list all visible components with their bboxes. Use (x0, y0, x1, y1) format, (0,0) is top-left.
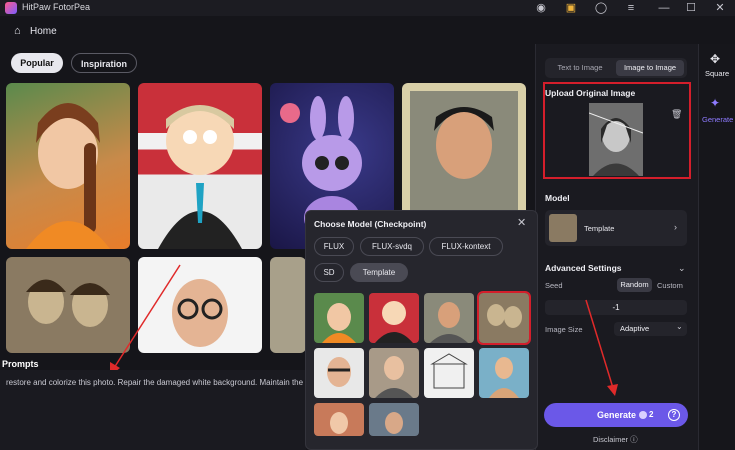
chevron-down-icon[interactable]: ⌄ (678, 263, 686, 274)
maximize-icon[interactable]: ☐ (684, 1, 698, 15)
generate-rail-icon[interactable]: ✦ (710, 96, 720, 110)
upload-title: Upload Original Image (545, 88, 636, 98)
app-title: HitPaw FotorPea (22, 2, 91, 12)
home-label[interactable]: Home (30, 26, 57, 37)
template-thumb-glasses[interactable] (314, 348, 364, 398)
credit-icon (639, 411, 647, 419)
image-size-value: Adaptive (620, 324, 650, 333)
discord-icon[interactable]: ◉ (534, 1, 548, 15)
info-icon: ⓘ (630, 435, 638, 444)
model-thumbnail (549, 214, 577, 242)
chip-flux[interactable]: FLUX (314, 237, 354, 256)
template-thumb-beach[interactable] (479, 348, 529, 398)
seed-custom-option[interactable]: Custom (657, 281, 683, 290)
tab-popular[interactable]: Popular (11, 53, 63, 73)
help-icon[interactable]: ? (668, 409, 680, 421)
seed-label: Seed (545, 281, 563, 290)
gallery-image-cartoon[interactable] (138, 83, 262, 249)
chip-flux-svdq[interactable]: FLUX-svdq (360, 237, 424, 256)
chevron-right-icon: › (674, 222, 677, 232)
advanced-settings-title: Advanced Settings (545, 263, 622, 273)
gallery-image-partial[interactable] (270, 257, 306, 353)
chip-template[interactable]: Template (350, 263, 408, 282)
template-thumb-lady[interactable] (314, 403, 364, 436)
chip-sd[interactable]: SD (314, 263, 344, 282)
select-chevron-icon: ⌄ (676, 322, 683, 331)
shop-icon[interactable]: ▣ (564, 1, 578, 15)
minimize-icon[interactable]: — (657, 1, 671, 15)
seed-random-option[interactable]: Random (617, 278, 652, 292)
disclaimer-label: Disclaimer (593, 435, 629, 444)
home-icon[interactable]: ⌂ (14, 25, 21, 37)
gallery-image-princess[interactable] (6, 83, 130, 249)
uploaded-image[interactable] (588, 103, 644, 176)
account-icon[interactable]: ◯ (594, 1, 608, 15)
generate-cost: 2 (649, 410, 654, 419)
model-title: Model (545, 193, 570, 203)
template-thumb-sketch[interactable] (424, 348, 474, 398)
disclaimer-link[interactable]: Disclaimer ⓘ (593, 434, 638, 445)
app-logo (5, 2, 17, 14)
template-thumb-princess[interactable] (314, 293, 364, 343)
generate-button[interactable]: Generate 2 ? (544, 403, 688, 427)
square-icon[interactable]: ✥ (710, 52, 720, 66)
template-thumb-man[interactable] (369, 403, 419, 436)
menu-icon[interactable]: ≡ (624, 1, 638, 15)
title-bar: HitPaw FotorPea ◉ ▣ ◯ ≡ — ☐ ✕ (0, 0, 735, 16)
template-thumb-portrait[interactable] (424, 293, 474, 343)
model-name: Template (584, 224, 615, 233)
close-icon[interactable]: ✕ (713, 1, 727, 15)
rail-square-label[interactable]: Square (705, 69, 729, 78)
tab-text-to-image[interactable]: Text to Image (547, 60, 613, 76)
image-size-label: Image Size (545, 325, 583, 334)
generate-label: Generate (597, 410, 637, 420)
prompts-text[interactable]: restore and colorize this photo. Repair … (6, 378, 306, 387)
template-thumb-old-couple[interactable] (477, 291, 531, 345)
chip-flux-kontext[interactable]: FLUX-kontext (429, 237, 503, 256)
modal-close-icon[interactable]: ✕ (517, 216, 526, 229)
template-thumb-cartoon[interactable] (369, 293, 419, 343)
template-thumb-woman[interactable] (369, 348, 419, 398)
tab-inspiration[interactable]: Inspiration (71, 53, 137, 73)
tab-image-to-image[interactable]: Image to Image (616, 60, 684, 76)
modal-title: Choose Model (Checkpoint) (314, 219, 427, 229)
rail-generate-label[interactable]: Generate (702, 115, 733, 124)
prompts-title: Prompts (2, 359, 39, 369)
annotation-arrow-right (585, 299, 618, 396)
annotation-arrow-left (110, 264, 181, 376)
delete-icon[interactable]: 🗑 (671, 109, 682, 120)
